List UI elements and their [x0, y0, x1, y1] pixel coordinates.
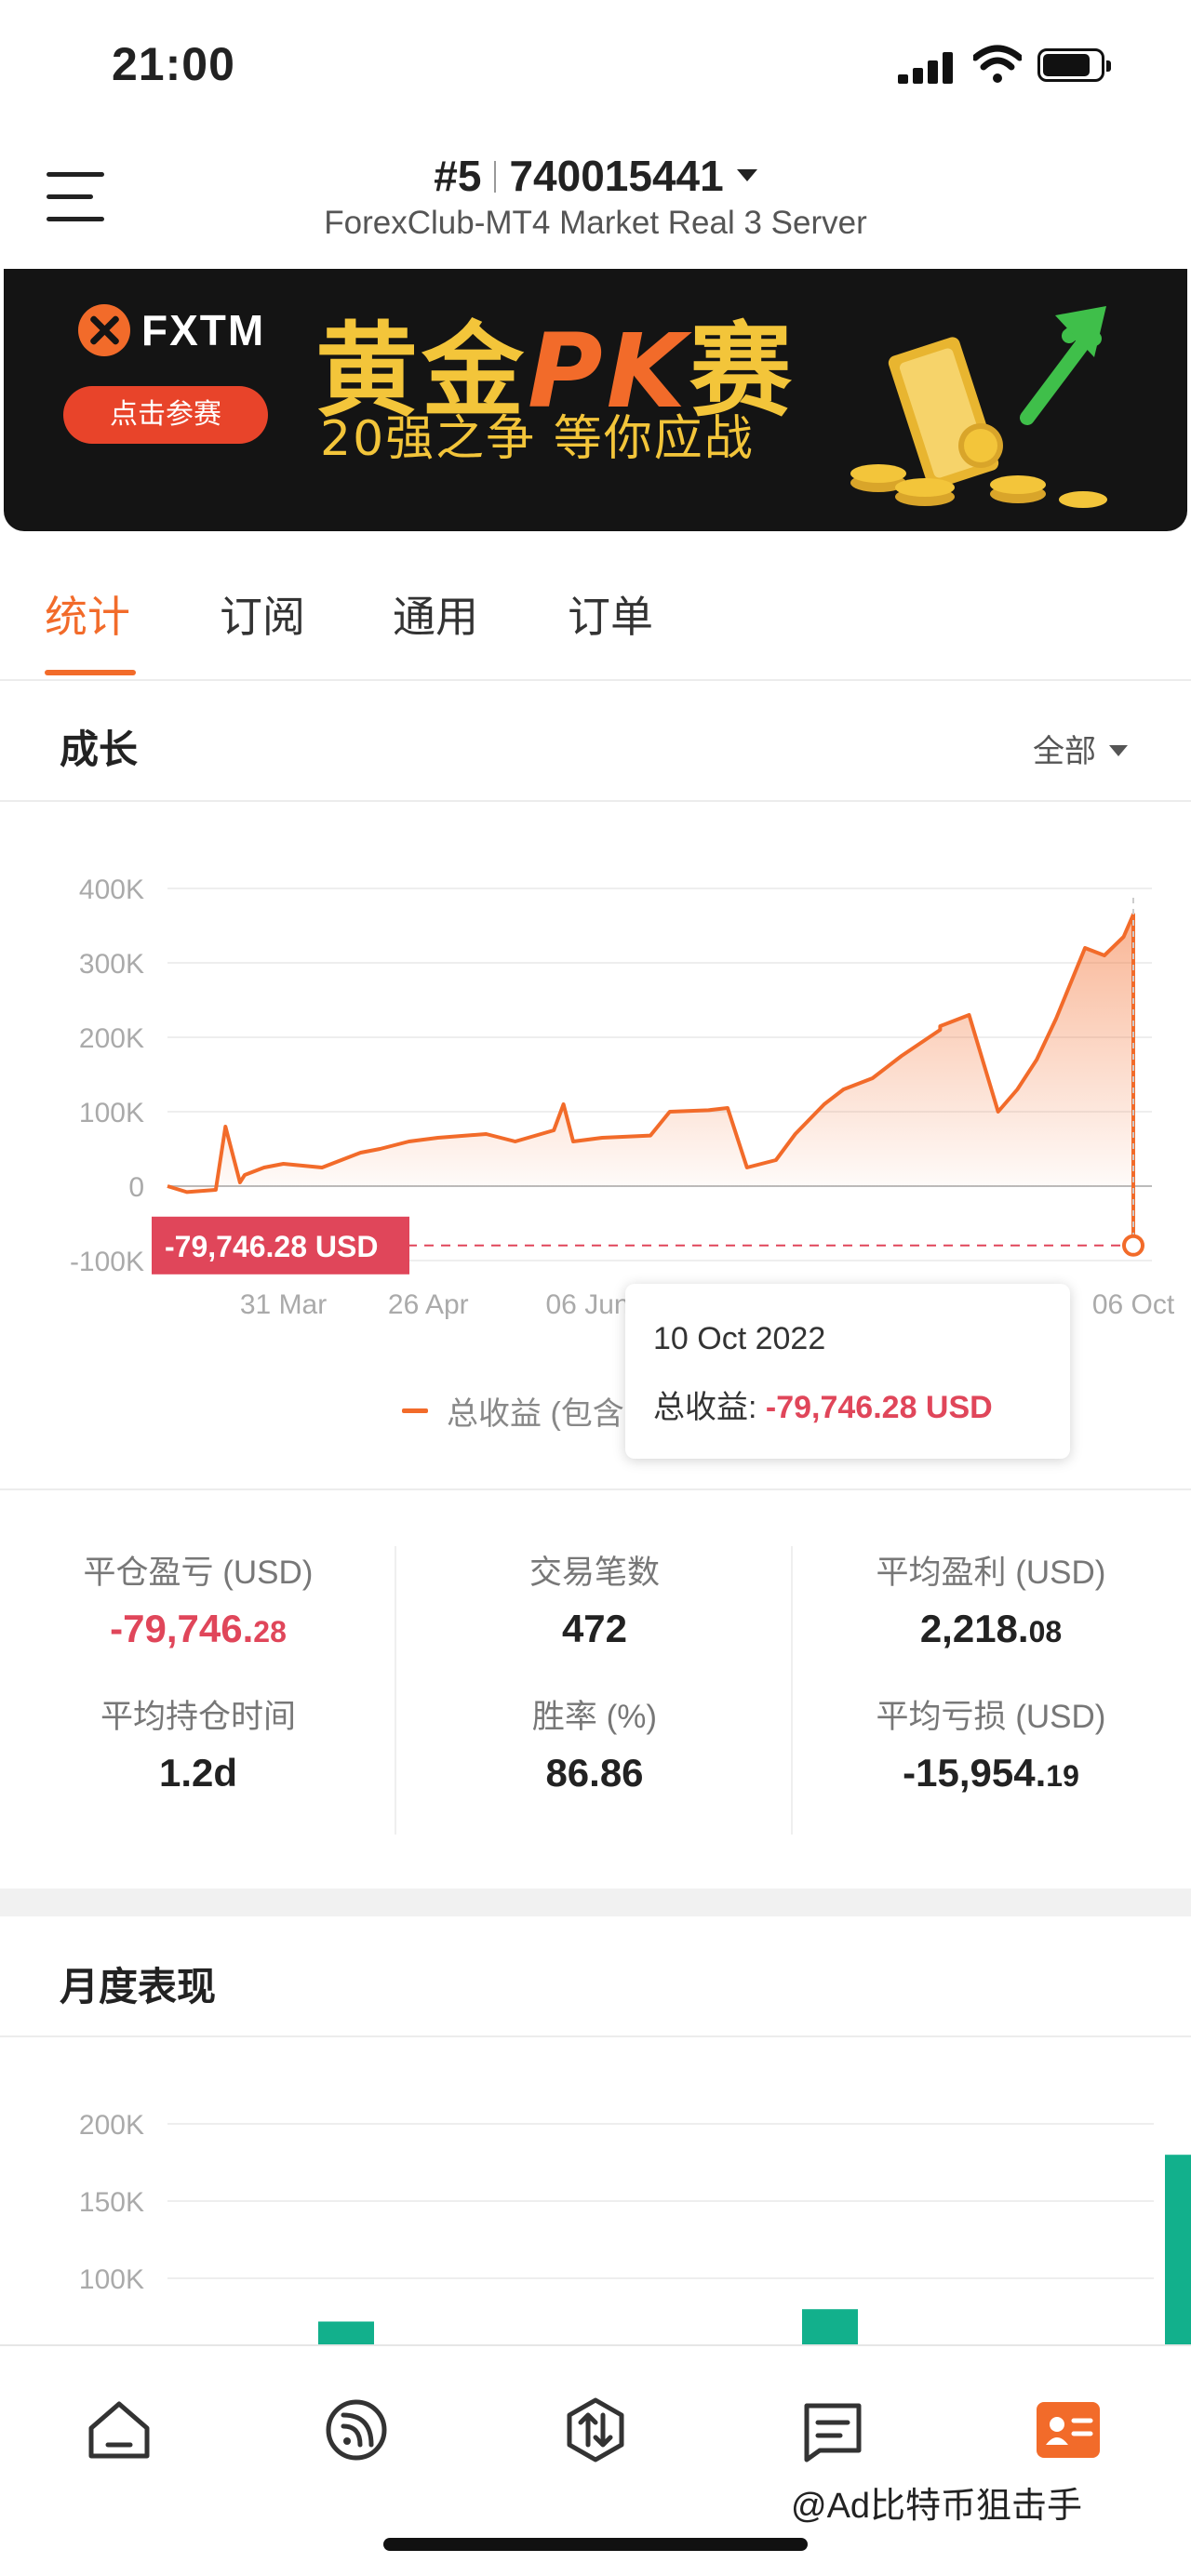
monthly-bar	[802, 2309, 858, 2349]
y-tick-label: 0	[128, 1172, 144, 1203]
y-tick-label: -100K	[70, 1247, 144, 1277]
y-tick-label: 150K	[79, 2187, 144, 2218]
series-line	[167, 913, 1135, 1246]
chart-tooltip: 10 Oct 2022 总收益: -79,746.28 USD	[625, 1284, 1070, 1459]
stat-closed-pnl: 平仓盈亏 (USD) -79,746.28	[83, 1555, 314, 1650]
stat-avg-loss: 平均亏损 (USD) -15,954.19	[876, 1699, 1106, 1795]
gold-bars-icon	[850, 306, 1107, 508]
monthly-bar-chart[interactable]: 200K150K100K50K	[0, 2042, 1191, 2349]
growth-title: 成长	[60, 727, 139, 771]
x-tick-label: 06 Oct	[1092, 1289, 1175, 1320]
promo-subtitle: 20强之争 等你应战	[320, 411, 755, 467]
monthly-title: 月度表现	[60, 1965, 217, 2009]
stat-win-rate: 胜率 (%) 86.86	[531, 1699, 658, 1795]
battery-icon	[1037, 48, 1111, 82]
y-tick-label: 200K	[79, 1023, 144, 1054]
range-filter[interactable]: 全部	[1033, 726, 1128, 771]
clock: 21:00	[112, 38, 235, 90]
tab-statistics[interactable]: 统计	[45, 583, 130, 645]
watermark: @Ad比特币狙击手	[791, 2487, 1083, 2526]
x-tick-label: 31 Mar	[240, 1289, 327, 1320]
x-tick-label: 06 Jun	[545, 1289, 629, 1320]
legend-label: 总收益 (包含	[447, 1396, 624, 1432]
chart-legend[interactable]: 总收益 (包含	[402, 1388, 624, 1434]
growth-header: 成长 全部	[0, 681, 1191, 802]
tab-subscribe[interactable]: 订阅	[220, 583, 305, 645]
trade-icon[interactable]	[558, 2393, 633, 2467]
tooltip-value: -79,746.28 USD	[765, 1390, 993, 1425]
home-indicator	[383, 2538, 808, 2551]
tooltip-row: 总收益: -79,746.28 USD	[653, 1390, 993, 1425]
tab-general[interactable]: 通用	[393, 583, 478, 645]
join-contest-button[interactable]: 点击参赛	[63, 386, 268, 444]
fxtm-mark-icon	[78, 304, 130, 356]
current-value-label: -79,746.28 USD	[165, 1230, 378, 1263]
stat-avg-profit: 平均盈利 (USD) 2,218.08	[876, 1555, 1106, 1650]
account-selector[interactable]: #5 740015441	[0, 151, 1191, 201]
caret-down-icon	[1109, 745, 1128, 756]
chevron-down-icon	[736, 169, 757, 181]
section-divider	[0, 1889, 1191, 1916]
y-tick-label: 200K	[79, 2110, 144, 2141]
account-number: 740015441	[509, 152, 724, 200]
y-tick-label: 100K	[79, 1098, 144, 1128]
y-tick-label: 100K	[79, 2264, 144, 2295]
home-icon[interactable]	[82, 2393, 156, 2467]
x-tick-label: 26 Apr	[388, 1289, 469, 1320]
stat-trade-count: 交易笔数 472	[529, 1555, 660, 1650]
stats-grid: 平仓盈亏 (USD) -79,746.28 交易笔数 472 平均盈利 (USD…	[0, 1488, 1191, 1889]
wifi-icon	[973, 45, 1022, 83]
tooltip-date: 10 Oct 2022	[653, 1321, 826, 1356]
y-tick-label: 400K	[79, 874, 144, 905]
active-tab-indicator	[45, 670, 136, 675]
profile-card-icon[interactable]	[1031, 2393, 1105, 2467]
cellular-signal-icon	[898, 52, 956, 84]
tab-orders[interactable]: 订单	[568, 583, 653, 645]
monthly-bar	[1165, 2155, 1191, 2349]
feed-icon[interactable]	[319, 2393, 394, 2467]
monthly-header: 月度表现	[0, 1916, 1191, 2037]
account-index: #5	[434, 152, 482, 200]
status-bar: 21:00	[0, 0, 1191, 130]
series-area	[167, 914, 1133, 1193]
growth-chart[interactable]: 400K 300K 200K 100K 0 -100K 31 Mar 26 Apr 06 Jun…	[0, 809, 1191, 1330]
y-tick-label: 300K	[79, 949, 144, 980]
promo-banner[interactable]: FXTM 点击参赛 黄金PK赛 20强之争 等你应战	[4, 269, 1187, 531]
tab-bar: 统计 订阅 通用 订单	[0, 532, 1191, 681]
fxtm-brand: FXTM	[141, 306, 266, 354]
current-point	[1122, 1234, 1144, 1257]
fxtm-logo: FXTM	[78, 304, 265, 356]
account-header: #5 740015441 ForexClub-MT4 Market Real 3 …	[0, 130, 1191, 270]
stat-avg-hold-time: 平均持仓时间 1.2d	[100, 1699, 296, 1795]
server-name: ForexClub-MT4 Market Real 3 Server	[324, 205, 867, 241]
messages-icon[interactable]	[796, 2393, 870, 2467]
legend-swatch	[402, 1408, 428, 1413]
